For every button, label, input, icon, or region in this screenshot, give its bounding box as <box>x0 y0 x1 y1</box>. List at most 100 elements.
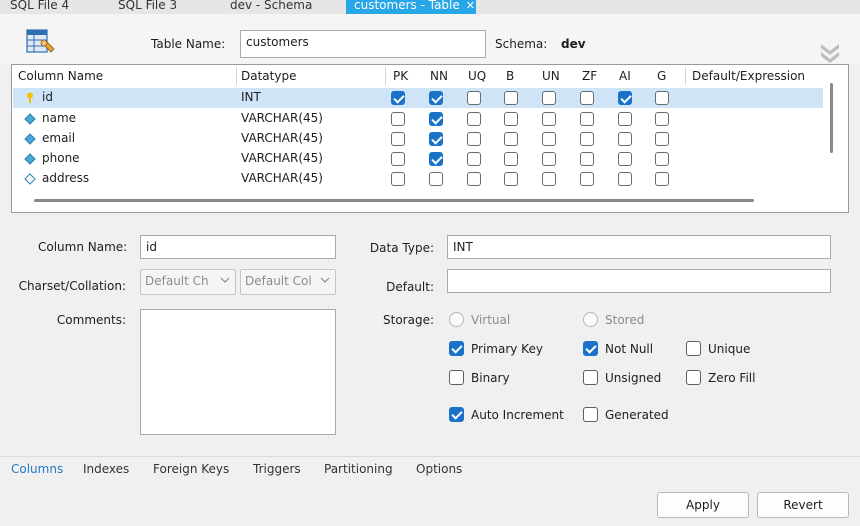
checkbox-g[interactable] <box>655 91 669 105</box>
checkbox-pk[interactable] <box>391 112 405 126</box>
checkbox-pk[interactable] <box>391 91 405 105</box>
unique-checkbox[interactable] <box>686 341 701 356</box>
column-name-input[interactable]: id <box>140 235 336 259</box>
tab-columns[interactable]: Columns <box>11 462 63 476</box>
checkbox-uq[interactable] <box>467 152 481 166</box>
checkbox-b[interactable] <box>504 91 518 105</box>
checkbox-pk[interactable] <box>391 132 405 146</box>
table-row[interactable]: phone VARCHAR(45) <box>13 149 823 169</box>
col-header-datatype[interactable]: Datatype <box>241 69 296 83</box>
checkbox-zf[interactable] <box>580 112 594 126</box>
checkbox-b[interactable] <box>504 172 518 186</box>
tab-sql-file-3[interactable]: SQL File 3 <box>110 0 185 14</box>
cell-column-name[interactable]: address <box>42 171 89 185</box>
tab-foreign-keys[interactable]: Foreign Keys <box>153 462 229 476</box>
cell-datatype[interactable]: VARCHAR(45) <box>241 171 323 185</box>
checkbox-ai[interactable] <box>618 91 632 105</box>
auto-increment-label[interactable]: Auto Increment <box>471 408 564 422</box>
checkbox-uq[interactable] <box>467 91 481 105</box>
checkbox-un[interactable] <box>542 91 556 105</box>
table-row[interactable]: address VARCHAR(45) <box>13 169 823 189</box>
checkbox-b[interactable] <box>504 132 518 146</box>
checkbox-pk[interactable] <box>391 172 405 186</box>
checkbox-ai[interactable] <box>618 172 632 186</box>
tab-indexes[interactable]: Indexes <box>83 462 129 476</box>
checkbox-ai[interactable] <box>618 152 632 166</box>
cell-column-name[interactable]: id <box>42 90 53 104</box>
cell-column-name[interactable]: name <box>42 111 76 125</box>
cell-datatype[interactable]: VARCHAR(45) <box>241 111 323 125</box>
zero-fill-checkbox[interactable] <box>686 370 701 385</box>
cell-datatype[interactable]: VARCHAR(45) <box>241 151 323 165</box>
checkbox-nn[interactable] <box>429 172 443 186</box>
not-null-label[interactable]: Not Null <box>605 342 653 356</box>
storage-stored-radio[interactable] <box>583 312 598 327</box>
checkbox-uq[interactable] <box>467 112 481 126</box>
checkbox-zf[interactable] <box>580 132 594 146</box>
binary-checkbox[interactable] <box>449 370 464 385</box>
tab-sql-file-4[interactable]: SQL File 4 <box>2 0 77 14</box>
checkbox-zf[interactable] <box>580 172 594 186</box>
col-header-column-name[interactable]: Column Name <box>18 69 103 83</box>
horizontal-scrollbar[interactable] <box>34 199 754 202</box>
not-null-checkbox[interactable] <box>583 341 598 356</box>
col-header-default[interactable]: Default/Expression <box>692 69 805 83</box>
zero-fill-label[interactable]: Zero Fill <box>708 371 755 385</box>
table-row[interactable]: name VARCHAR(45) <box>13 109 823 129</box>
col-header-uq[interactable]: UQ <box>468 69 486 83</box>
tab-options[interactable]: Options <box>416 462 462 476</box>
table-row[interactable]: email VARCHAR(45) <box>13 129 823 149</box>
cell-column-name[interactable]: phone <box>42 151 80 165</box>
checkbox-nn[interactable] <box>429 132 443 146</box>
checkbox-b[interactable] <box>504 112 518 126</box>
tab-customers-table[interactable]: customers - Table ✕ <box>346 0 476 14</box>
checkbox-zf[interactable] <box>580 152 594 166</box>
cell-column-name[interactable]: email <box>42 131 75 145</box>
default-input[interactable] <box>447 269 831 293</box>
checkbox-uq[interactable] <box>467 172 481 186</box>
binary-label[interactable]: Binary <box>471 371 510 385</box>
table-row[interactable]: id INT <box>13 88 823 108</box>
checkbox-pk[interactable] <box>391 152 405 166</box>
checkbox-g[interactable] <box>655 172 669 186</box>
col-header-pk[interactable]: PK <box>393 69 408 83</box>
vertical-scrollbar[interactable] <box>830 83 833 153</box>
tab-dev-schema[interactable]: dev - Schema <box>222 0 320 14</box>
storage-virtual-radio[interactable] <box>449 312 464 327</box>
checkbox-g[interactable] <box>655 132 669 146</box>
checkbox-nn[interactable] <box>429 91 443 105</box>
checkbox-un[interactable] <box>542 152 556 166</box>
checkbox-nn[interactable] <box>429 112 443 126</box>
tab-partitioning[interactable]: Partitioning <box>324 462 393 476</box>
col-header-zf[interactable]: ZF <box>582 69 597 83</box>
checkbox-ai[interactable] <box>618 112 632 126</box>
generated-checkbox[interactable] <box>583 407 598 422</box>
checkbox-g[interactable] <box>655 112 669 126</box>
generated-label[interactable]: Generated <box>605 408 669 422</box>
collation-select[interactable]: Default Col <box>240 269 336 295</box>
apply-button[interactable]: Apply <box>657 492 749 518</box>
table-name-input[interactable]: customers <box>240 30 486 58</box>
primary-key-checkbox[interactable] <box>449 341 464 356</box>
data-type-input[interactable]: INT <box>447 235 831 259</box>
col-header-un[interactable]: UN <box>542 69 560 83</box>
col-header-ai[interactable]: AI <box>619 69 631 83</box>
unique-label[interactable]: Unique <box>708 342 750 356</box>
charset-select[interactable]: Default Ch <box>140 269 236 295</box>
cell-datatype[interactable]: INT <box>241 90 261 104</box>
unsigned-label[interactable]: Unsigned <box>605 371 661 385</box>
checkbox-un[interactable] <box>542 112 556 126</box>
checkbox-b[interactable] <box>504 152 518 166</box>
col-header-b[interactable]: B <box>506 69 514 83</box>
cell-datatype[interactable]: VARCHAR(45) <box>241 131 323 145</box>
primary-key-label[interactable]: Primary Key <box>471 342 543 356</box>
checkbox-nn[interactable] <box>429 152 443 166</box>
checkbox-un[interactable] <box>542 132 556 146</box>
checkbox-g[interactable] <box>655 152 669 166</box>
col-header-g[interactable]: G <box>657 69 666 83</box>
collapse-chevron-icon[interactable] <box>818 40 842 64</box>
comments-textarea[interactable] <box>140 309 336 435</box>
checkbox-ai[interactable] <box>618 132 632 146</box>
tab-triggers[interactable]: Triggers <box>253 462 301 476</box>
auto-increment-checkbox[interactable] <box>449 407 464 422</box>
